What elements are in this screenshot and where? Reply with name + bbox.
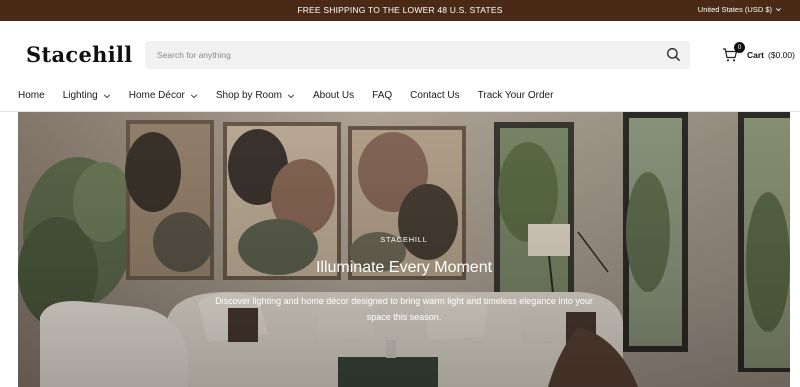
nav-item-label: Shop by Room — [215, 90, 283, 101]
search-icon[interactable] — [666, 47, 681, 62]
region-selector[interactable]: United States (USD $) — [698, 5, 782, 14]
nav-item-label: FAQ — [372, 90, 393, 101]
nav-item-label: Home Décor — [128, 90, 185, 101]
nav-item-home-decor[interactable]: Home Décor — [129, 90, 198, 101]
cart-amount: ($0.00) — [768, 50, 795, 60]
hero-headline: Illuminate Every Moment — [315, 259, 493, 276]
nav-item-contact-us[interactable]: Contact Us — [410, 90, 459, 101]
site-logo[interactable]: Stacehill — [26, 42, 133, 67]
living-room-photo — [18, 112, 790, 387]
nav-item-about-us[interactable]: About Us — [313, 90, 354, 101]
hero-banner[interactable]: STACEHILL Illuminate Every Moment Discov… — [18, 112, 790, 387]
announcement-bar: FREE SHIPPING TO THE LOWER 48 U.S. STATE… — [0, 0, 800, 21]
region-label: United States (USD $) — [697, 5, 772, 14]
nav-item-label: Contact Us — [410, 90, 460, 101]
nav-item-label: Home — [18, 90, 45, 101]
search-bar — [145, 41, 690, 69]
chevron-down-icon — [190, 93, 197, 98]
nav-item-label: About Us — [313, 90, 355, 101]
nav-item-label: Lighting — [62, 90, 98, 101]
nav-item-label: Track Your Order — [477, 90, 554, 101]
cart-icon-wrap: 0 — [722, 42, 745, 64]
nav-item-shop-by-room[interactable]: Shop by Room — [216, 90, 295, 101]
announcement-message: FREE SHIPPING TO THE LOWER 48 U.S. STATE… — [297, 5, 503, 15]
nav-item-track-order[interactable]: Track Your Order — [478, 90, 554, 101]
cart-button[interactable]: 0 Cart ($0.00) — [722, 42, 795, 64]
cart-label: Cart — [747, 50, 765, 60]
search-input[interactable] — [145, 41, 645, 69]
cart-count-badge: 0 — [734, 42, 745, 53]
chevron-down-icon — [103, 93, 110, 98]
nav-item-lighting[interactable]: Lighting — [63, 90, 111, 101]
nav-item-home[interactable]: Home — [18, 90, 45, 101]
nav-item-faq[interactable]: FAQ — [372, 90, 392, 101]
hero-eyebrow: STACEHILL — [380, 235, 428, 244]
chevron-down-icon — [776, 8, 781, 12]
chevron-down-icon — [287, 93, 295, 98]
main-nav: Home Lighting Home Décor Shop by Room Ab… — [18, 90, 571, 101]
hero-subtext: Discover lighting and home décor designe… — [215, 296, 593, 322]
